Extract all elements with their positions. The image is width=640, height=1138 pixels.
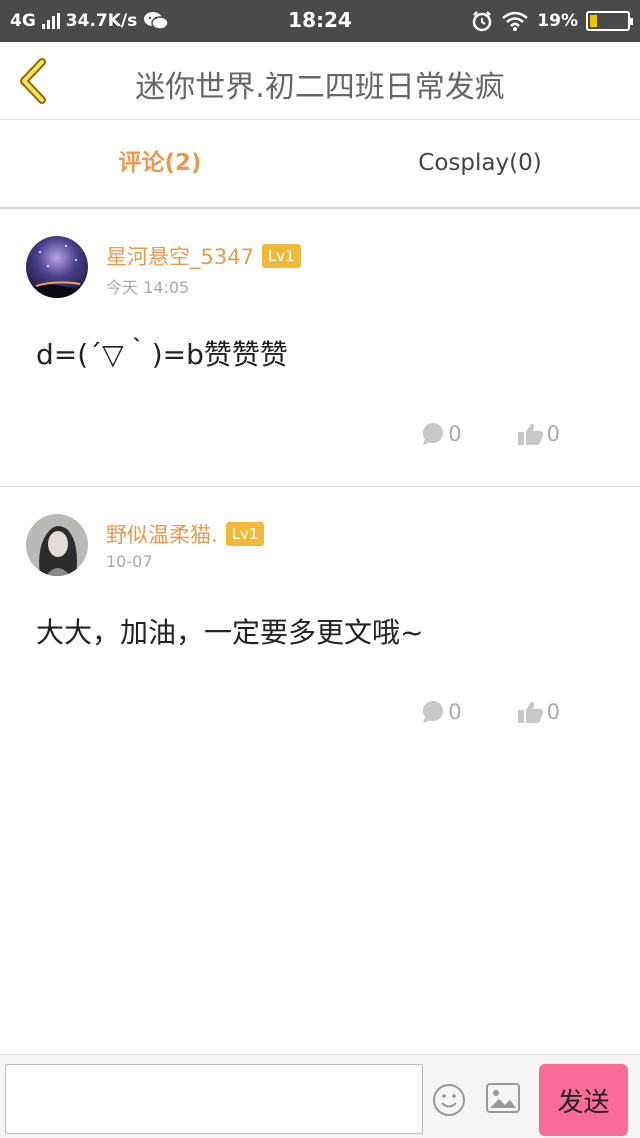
- like-count: 0: [546, 700, 560, 724]
- battery-fill: [590, 15, 597, 27]
- tab-comments[interactable]: 评论(2): [0, 121, 320, 207]
- emoji-icon[interactable]: [432, 1083, 466, 1117]
- image-icon[interactable]: [486, 1083, 520, 1113]
- comment-actions: 0 0: [421, 700, 560, 724]
- comment-icon: [423, 701, 444, 723]
- reply-button[interactable]: 0: [421, 422, 462, 446]
- reply-count: 0: [448, 422, 462, 446]
- comment-text: 大大，加油，一定要多更文哦~: [36, 616, 424, 649]
- wifi-icon: [502, 11, 529, 31]
- avatar[interactable]: [26, 514, 88, 576]
- avatar[interactable]: [26, 236, 88, 298]
- comment-item: 野似温柔猫. Lv1 10-07 大大，加油，一定要多更文哦~ 0 0: [0, 489, 640, 759]
- comment-composer: 发送: [0, 1054, 640, 1138]
- thumbs-up-icon: [517, 423, 543, 445]
- comment-input[interactable]: [5, 1064, 423, 1134]
- battery-percent: 19%: [537, 11, 578, 31]
- comment-icon: [423, 423, 444, 445]
- like-count: 0: [546, 422, 560, 446]
- like-button[interactable]: 0: [517, 700, 560, 724]
- send-button[interactable]: 发送: [539, 1064, 628, 1136]
- status-bar: 4G 34.7K/s 18:24 19%: [0, 0, 640, 42]
- comment-item: 星河悬空_5347 Lv1 今天 14:05 d=(´▽｀)=b赞赞赞 0 0: [0, 211, 640, 487]
- username-row: 野似温柔猫. Lv1: [106, 519, 265, 549]
- username-row: 星河悬空_5347 Lv1: [106, 241, 301, 271]
- username[interactable]: 野似温柔猫.: [106, 519, 218, 549]
- tab-cosplay[interactable]: Cosplay(0): [320, 121, 640, 207]
- alarm-icon: [473, 11, 492, 32]
- username[interactable]: 星河悬空_5347: [106, 241, 254, 271]
- thumbs-up-icon: [517, 701, 543, 723]
- like-button[interactable]: 0: [517, 422, 560, 446]
- comment-text: d=(´▽｀)=b赞赞赞: [36, 338, 288, 371]
- page-title: 迷你世界.初二四班日常发疯: [135, 70, 505, 105]
- reply-count: 0: [448, 700, 462, 724]
- comment-actions: 0 0: [421, 422, 560, 446]
- comment-time: 10-07: [106, 552, 153, 571]
- level-badge: Lv1: [225, 522, 265, 546]
- header: 迷你世界.初二四班日常发疯: [0, 42, 640, 120]
- battery-icon: [586, 11, 633, 31]
- reply-button[interactable]: 0: [421, 700, 462, 724]
- status-right: 19%: [471, 10, 633, 32]
- level-badge: Lv1: [261, 244, 301, 268]
- comment-time: 今天 14:05: [106, 278, 190, 297]
- tab-bar: 评论(2) Cosplay(0): [0, 121, 640, 209]
